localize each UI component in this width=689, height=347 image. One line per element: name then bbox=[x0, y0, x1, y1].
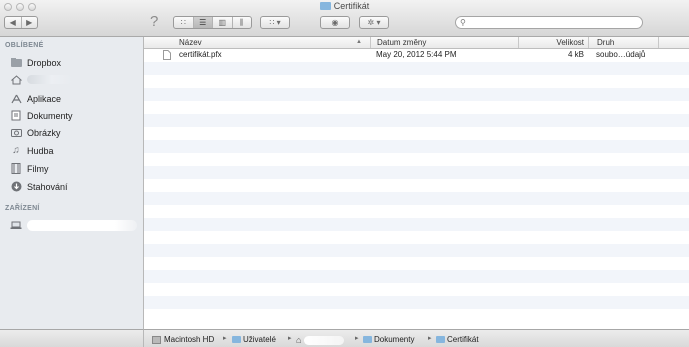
folder-icon bbox=[232, 336, 241, 343]
path-item-macintosh-hd[interactable]: Macintosh HD bbox=[152, 335, 214, 344]
empty-row bbox=[144, 75, 689, 88]
sidebar-item-home[interactable] bbox=[10, 72, 140, 87]
folder-icon bbox=[363, 336, 372, 343]
empty-row bbox=[144, 205, 689, 218]
empty-row bbox=[144, 62, 689, 75]
column-header-size[interactable]: Velikost bbox=[518, 37, 588, 48]
file-list: Název ▲ Datum změny Velikost Druh certif… bbox=[144, 37, 689, 329]
forward-button[interactable]: ▶ bbox=[22, 17, 38, 28]
path-item-documents[interactable]: Dokumenty bbox=[363, 335, 414, 344]
path-separator-icon: ▸ bbox=[223, 335, 227, 342]
file-size: 4 kB bbox=[567, 50, 584, 59]
empty-row bbox=[144, 257, 689, 270]
finder-window: Certifikát ◀ ▶ ? ∷ ☰ ▥ ⫼ ∷ ▾ ◉ ✲ ▾ ⚲ OBL… bbox=[0, 0, 689, 347]
column-header-spacer bbox=[658, 37, 689, 48]
download-icon bbox=[10, 181, 22, 192]
empty-row bbox=[144, 101, 689, 114]
titlebar: Certifikát ◀ ▶ ? ∷ ☰ ▥ ⫼ ∷ ▾ ◉ ✲ ▾ ⚲ bbox=[0, 0, 689, 37]
path-item-home[interactable]: ⌂ bbox=[296, 335, 345, 345]
empty-row bbox=[144, 166, 689, 179]
sidebar-item-movies[interactable]: Filmy bbox=[10, 161, 140, 176]
redacted-computer-name bbox=[27, 220, 137, 231]
empty-row bbox=[144, 244, 689, 257]
help-icon[interactable]: ? bbox=[150, 13, 158, 30]
sidebar-item-pictures[interactable]: Obrázky bbox=[10, 125, 140, 140]
camera-icon bbox=[10, 127, 22, 138]
empty-row bbox=[144, 270, 689, 283]
column-header-name[interactable]: Název ▲ bbox=[144, 37, 370, 48]
sidebar-bottom-bar bbox=[0, 329, 144, 347]
sidebar-item-dropbox[interactable]: Dropbox bbox=[10, 55, 140, 70]
empty-row bbox=[144, 88, 689, 101]
applications-icon bbox=[10, 93, 22, 104]
search-field[interactable]: ⚲ bbox=[455, 16, 643, 29]
sidebar-item-downloads[interactable]: Stahování bbox=[10, 179, 140, 194]
sidebar-item-music[interactable]: ♫ Hudba bbox=[10, 143, 140, 158]
path-separator-icon: ▸ bbox=[428, 335, 432, 342]
home-icon: ⌂ bbox=[296, 335, 302, 345]
sidebar-item-documents[interactable]: Dokumenty bbox=[10, 108, 140, 123]
file-name: certifikát.pfx bbox=[179, 50, 222, 59]
hard-drive-icon bbox=[152, 335, 161, 344]
column-header-date[interactable]: Datum změny bbox=[370, 37, 518, 48]
list-view-button[interactable]: ☰ bbox=[193, 17, 213, 28]
column-view-button[interactable]: ▥ bbox=[213, 17, 233, 28]
view-mode-control: ∷ ☰ ▥ ⫼ bbox=[173, 16, 252, 29]
empty-row bbox=[144, 140, 689, 153]
laptop-icon bbox=[10, 220, 22, 231]
path-item-users[interactable]: Uživatelé bbox=[232, 335, 276, 344]
home-icon bbox=[10, 74, 22, 85]
path-bar: Macintosh HD ▸ Uživatelé ▸ ⌂ ▸ Dokumenty… bbox=[144, 329, 689, 347]
table-row[interactable]: certifikát.pfx May 20, 2012 5:44 PM 4 kB… bbox=[144, 49, 689, 62]
path-item-certifikat[interactable]: Certifikát bbox=[436, 335, 479, 344]
folder-icon bbox=[10, 57, 22, 68]
empty-row bbox=[144, 153, 689, 166]
quicklook-button[interactable]: ◉ bbox=[320, 16, 350, 29]
empty-row bbox=[144, 296, 689, 309]
search-icon: ⚲ bbox=[460, 18, 466, 27]
path-separator-icon: ▸ bbox=[288, 335, 292, 342]
empty-row bbox=[144, 114, 689, 127]
sidebar-item-computer[interactable] bbox=[10, 218, 140, 233]
folder-icon bbox=[436, 336, 445, 343]
empty-row bbox=[144, 192, 689, 205]
empty-row bbox=[144, 218, 689, 231]
documents-icon bbox=[10, 110, 22, 121]
sidebar-item-applications[interactable]: Aplikace bbox=[10, 91, 140, 106]
back-button[interactable]: ◀ bbox=[5, 17, 22, 28]
icon-view-button[interactable]: ∷ bbox=[174, 17, 194, 28]
path-separator-icon: ▸ bbox=[355, 335, 359, 342]
sidebar: OBLÍBENÉ Dropbox Aplikace Dokumenty Obrá… bbox=[0, 37, 144, 329]
empty-row bbox=[144, 127, 689, 140]
file-kind: soubo…údajů bbox=[596, 50, 646, 59]
film-icon bbox=[10, 163, 22, 174]
empty-row bbox=[144, 179, 689, 192]
empty-row bbox=[144, 231, 689, 244]
column-header: Název ▲ Datum změny Velikost Druh bbox=[144, 37, 689, 49]
empty-row bbox=[144, 283, 689, 296]
empty-row bbox=[144, 309, 689, 322]
sort-arrow-icon: ▲ bbox=[356, 39, 362, 45]
action-button[interactable]: ✲ ▾ bbox=[359, 16, 389, 29]
search-input[interactable] bbox=[470, 17, 638, 28]
redacted-username bbox=[27, 75, 72, 84]
back-forward-control: ◀ ▶ bbox=[4, 16, 38, 29]
folder-icon bbox=[319, 2, 331, 10]
favorites-header: OBLÍBENÉ bbox=[5, 42, 44, 49]
file-date: May 20, 2012 5:44 PM bbox=[376, 50, 457, 59]
coverflow-view-button[interactable]: ⫼ bbox=[233, 17, 252, 28]
devices-header: ZAŘÍZENÍ bbox=[5, 205, 40, 212]
document-icon bbox=[163, 50, 171, 62]
window-title: Certifikát bbox=[0, 1, 689, 11]
column-header-kind[interactable]: Druh bbox=[588, 37, 658, 48]
arrange-button[interactable]: ∷ ▾ bbox=[260, 16, 290, 29]
music-note-icon: ♫ bbox=[12, 145, 20, 156]
